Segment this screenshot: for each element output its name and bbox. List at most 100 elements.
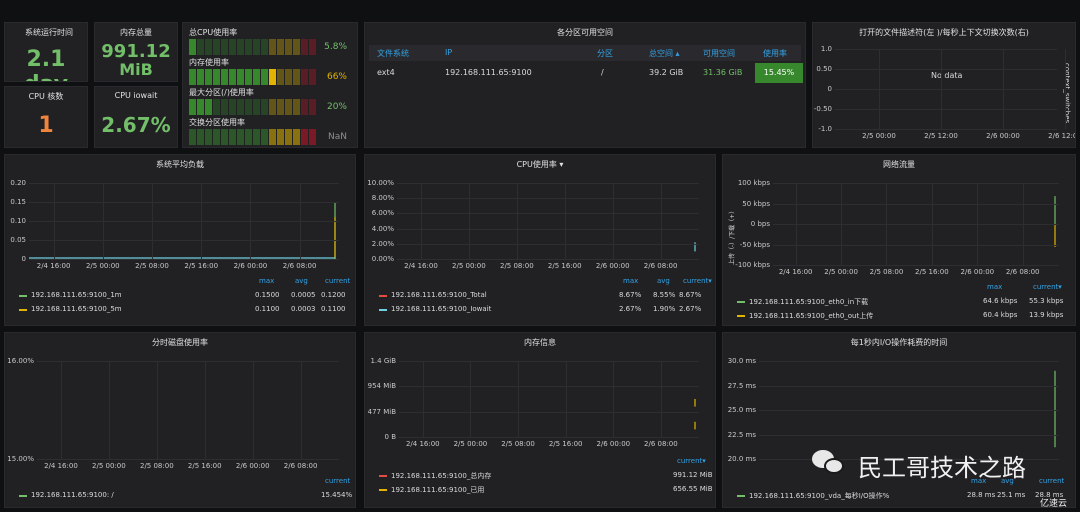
- gauge-label: 交换分区使用率: [189, 118, 245, 127]
- partition-row: ext4 192.168.111.65:9100 / 39.2 GiB 31.3…: [369, 63, 803, 83]
- legend-series-name[interactable]: 192.168.111.65:9100_1m: [31, 291, 122, 299]
- legend-series-name[interactable]: 192.168.111.65:9100_总内存: [391, 471, 491, 481]
- y-tick-label: 15.00%: [7, 455, 34, 463]
- gauge-segment: [261, 99, 268, 115]
- legend-series-name[interactable]: 192.168.111.65:9100_Iowait: [391, 305, 491, 313]
- legend-header[interactable]: max: [623, 277, 638, 285]
- gauge-segment: [213, 129, 220, 145]
- grid-line-v: [108, 361, 110, 459]
- legend-header[interactable]: current: [325, 477, 350, 485]
- x-tick-label: 2/6 00:00: [596, 440, 631, 448]
- legend-series-name[interactable]: 192.168.111.65:9100_已用: [391, 485, 484, 495]
- gauge-value: 66%: [326, 72, 347, 82]
- x-tick-label: 2/5 00:00: [452, 262, 486, 270]
- x-tick-label: 2/6 08:00: [282, 262, 317, 270]
- gauge-segment: [229, 39, 236, 55]
- legend-header[interactable]: max: [987, 283, 1002, 291]
- legend-value: 15.454%: [321, 491, 353, 499]
- gauge-value: 20%: [326, 102, 347, 112]
- col-total[interactable]: 总空间 ▴: [649, 48, 680, 59]
- grid-line-h: [399, 437, 699, 438]
- y-tick-label: 16.00%: [7, 357, 34, 365]
- x-tick-label: 2/5 16:00: [548, 440, 583, 448]
- legend-value: 0.0003: [291, 305, 316, 313]
- y-tick-label: 6.00%: [371, 209, 394, 218]
- mem-total-panel: 内存总量 991.12 MiB: [94, 22, 178, 82]
- cpu-iowait-value: 2.67%: [101, 113, 171, 137]
- legend-series-name[interactable]: 192.168.111.65:9100_Total: [391, 291, 487, 299]
- col-partition[interactable]: 分区: [597, 48, 613, 59]
- y-tick-label: 477 MiB: [367, 407, 396, 416]
- grid-line-v: [565, 361, 567, 437]
- legend-value: 2.67%: [679, 305, 702, 313]
- legend-swatch: [379, 489, 387, 491]
- legend-series-name[interactable]: 192.168.111.65:9100: /: [31, 491, 114, 499]
- gauge-segment: [221, 129, 228, 145]
- legend-header[interactable]: avg: [657, 277, 670, 285]
- gauge-segment: [301, 69, 308, 85]
- cpu-iowait-title: CPU iowait: [114, 91, 158, 100]
- x-tick-label: 2/5 00:00: [862, 132, 896, 140]
- legend-header[interactable]: avg: [295, 277, 308, 285]
- x-tick-label: 2/5 08:00: [869, 268, 904, 276]
- legend-series-name[interactable]: 192.168.111.65:9100_eth0_in下载: [749, 297, 868, 307]
- cpu-cores-panel: CPU 核数 1: [4, 86, 88, 148]
- y-tick-label: 2.00%: [371, 239, 394, 248]
- legend-swatch: [19, 309, 27, 311]
- legend-header[interactable]: current: [325, 277, 350, 285]
- grid-line-h: [399, 386, 699, 388]
- legend-series-name[interactable]: 192.168.111.65:9100_vda_每秒I/O操作%: [749, 491, 889, 501]
- gauge-bar: [189, 39, 316, 55]
- gauge-segment: [285, 39, 292, 55]
- col-ip[interactable]: IP: [445, 48, 452, 57]
- col-available[interactable]: 可用空间: [703, 48, 735, 59]
- cpu-panel[interactable]: CPU使用率 ▾ 10.00% 8.00% 6.00% 4.00% 2.00% 0.00%…: [364, 154, 716, 326]
- gauge-segment: [309, 39, 316, 55]
- gauge-segment: [293, 129, 300, 145]
- partition-header-row: 文件系统 IP 分区 总空间 ▴ 可用空间 使用率: [369, 45, 801, 61]
- y-tick-label: -0.50: [813, 105, 832, 113]
- col-filesystem[interactable]: 文件系统: [377, 48, 409, 59]
- legend-header[interactable]: current: [1039, 477, 1064, 485]
- gauge-segment: [261, 129, 268, 145]
- grid-line-v: [102, 183, 104, 259]
- gauge-segment: [213, 39, 220, 55]
- legend-header[interactable]: current▾: [683, 277, 712, 285]
- x-tick-label: 2/5 16:00: [184, 262, 219, 270]
- grid-line-v: [518, 361, 520, 437]
- load-panel: 系统平均负载 0.20 0.15 0.10 0.05 0 2/4 16:00 2/5 00:…: [4, 154, 356, 326]
- grid-line-v: [660, 183, 662, 259]
- gauge-segment: [189, 99, 196, 115]
- gauge-segment: [301, 129, 308, 145]
- y-tick-label: 0.20: [10, 179, 26, 187]
- x-tick-label: 2/4 16:00: [778, 268, 813, 276]
- legend-value: 60.4 kbps: [983, 311, 1018, 319]
- grid-line-v: [612, 183, 614, 259]
- gauge-segment: [221, 99, 228, 115]
- gauge-label: 总CPU使用率: [189, 28, 238, 37]
- gauge-segment: [205, 69, 212, 85]
- x-tick-label: 2/5 08:00: [501, 440, 535, 448]
- legend-series-name[interactable]: 192.168.111.65:9100_5m: [31, 305, 122, 313]
- y-tick-label: 954 MiB: [367, 382, 396, 391]
- y-tick-label: 4.00%: [371, 224, 394, 233]
- mem-total-value: 991.12: [101, 41, 171, 62]
- legend-value: 25.1 ms: [997, 491, 1026, 499]
- legend-header[interactable]: current▾: [1033, 283, 1062, 291]
- legend-value: 64.6 kbps: [983, 297, 1018, 305]
- x-tick-label: 2/5 12:00: [924, 132, 958, 140]
- grid-line-v: [1065, 49, 1066, 129]
- x-tick-label: 2/4 16:00: [405, 440, 440, 448]
- y-tick-label: 50 kbps: [742, 199, 770, 208]
- legend-header[interactable]: max: [259, 277, 274, 285]
- net-panel: 网络流量 上传（-）/下载（+） 100 kbps 50 kbps 0 bps -50…: [722, 154, 1076, 326]
- grid-line-h: [37, 361, 339, 362]
- grid-line-h: [773, 224, 1059, 225]
- gauge-bar: [189, 99, 316, 115]
- legend-header[interactable]: current▾: [677, 457, 706, 465]
- legend-series-name[interactable]: 192.168.111.65:9100_eth0_out上传: [749, 311, 873, 321]
- col-usage[interactable]: 使用率: [763, 48, 787, 59]
- y-tick-label: 0.15: [10, 198, 26, 206]
- gauge-segment: [277, 69, 284, 85]
- legend-value: 55.3 kbps: [1029, 297, 1064, 305]
